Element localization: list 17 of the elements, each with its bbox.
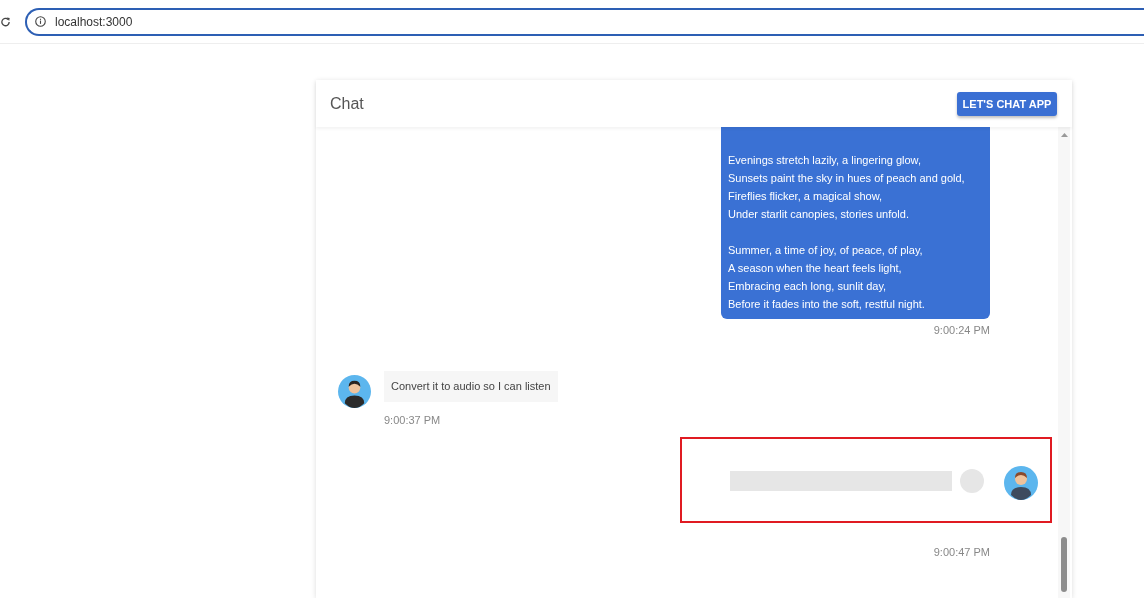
avatar-icon [338, 375, 371, 408]
placeholder-dot-icon [960, 469, 984, 493]
address-field[interactable]: localhost:3000 [25, 7, 1144, 36]
avatar-icon [1004, 466, 1038, 500]
header-button[interactable]: LET'S CHAT APP [957, 91, 1057, 116]
arrow-up-icon[interactable] [1060, 133, 1068, 137]
message-text: Summer, a time of joy, of peace, of play, A season when the heart feels light, Embracing each long, sunlit day, Before it fades into the soft, restful night. [728, 243, 926, 312]
message-bubble: Convert it to audio so I can listen [384, 371, 558, 402]
message-time: 9:00:37 PM [384, 413, 441, 427]
scrollbar[interactable] [1058, 127, 1070, 598]
message-text: Evenings stretch lazily, a lingering glow, Sunsets paint the sky in hues of peach and gold, Fireflies flicker, a magical show, Under starlit canopies, stories unfold. [728, 153, 966, 222]
reload-icon[interactable] [0, 15, 11, 28]
message-time: 9:00:24 PM [933, 323, 990, 337]
scroll-thumb[interactable] [1061, 537, 1067, 592]
info-icon[interactable] [35, 16, 46, 27]
chat-title: Chat [330, 94, 364, 113]
message-time: 9:00:47 PM [933, 545, 990, 559]
